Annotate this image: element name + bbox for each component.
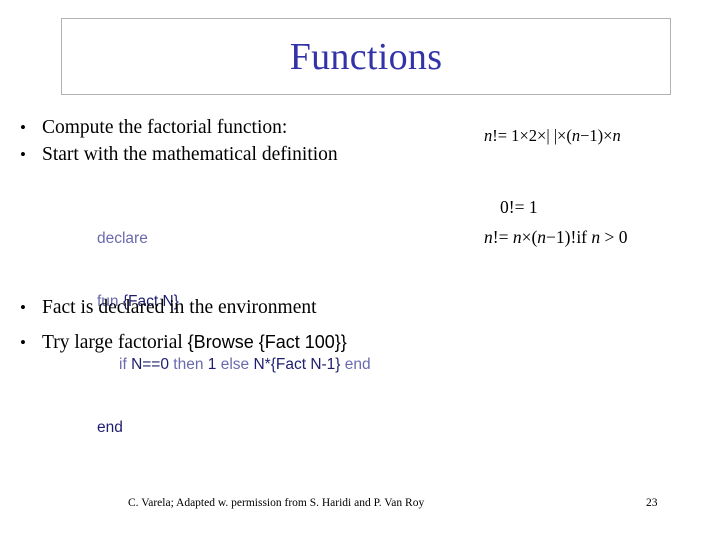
code-keyword-else: else (220, 356, 254, 373)
bullet-item-1: • Compute the factorial function: (20, 118, 287, 138)
math-var-n-lhs: n (484, 227, 493, 247)
math-var-n: n (484, 126, 493, 145)
math-formula-base-case: 0!= 1 (500, 197, 538, 217)
code-expr-condition: N==0 (131, 356, 174, 373)
math-eq-3: != (492, 227, 513, 247)
page-title: Functions (289, 35, 443, 78)
code-line-1: declare (97, 228, 371, 249)
bullet-marker-icon: • (20, 145, 26, 164)
bullet-item-2: • Start with the mathematical definition (20, 145, 338, 165)
slide-canvas: Functions • Compute the factorial functi… (0, 0, 720, 540)
code-keyword-end-inner: end (344, 356, 371, 373)
bullet-label-2: Start with the mathematical definition (42, 144, 338, 165)
code-line-4: end (97, 417, 371, 438)
math-cond-var-n: n (591, 227, 601, 247)
math-var-n-rhs: n (512, 227, 522, 247)
math-mul-3: × (557, 126, 567, 145)
bullet-item-4: • Try large factorial {Browse {Fact 100}… (20, 333, 347, 353)
math-mul-2: × (537, 126, 547, 145)
math-formula-recursive-case: n!= n×(n−1)!if n > 0 (484, 227, 628, 247)
math-cond-rest: > 0 (600, 227, 628, 247)
bullet-marker-icon: • (20, 118, 26, 137)
footer-page-number: 23 (646, 497, 658, 509)
bullet-marker-icon: • (20, 298, 26, 317)
bullet-marker-icon: • (20, 333, 26, 352)
code-line-3: if N==0 then 1 else N*{Fact N-1} end (97, 354, 371, 375)
math-mul-1: × (519, 126, 529, 145)
math-tail: −1)! (546, 227, 577, 247)
code-keyword-if: if (119, 356, 132, 373)
math-mul-paren: ×( (521, 227, 538, 247)
title-placeholder: Functions (61, 18, 671, 95)
math-cond-if: if (576, 227, 592, 247)
code-expr-then-value: 1 (207, 356, 221, 373)
math-var-n-rec: n (537, 227, 547, 247)
math-minus-one: −1) (580, 126, 604, 145)
bullet-label-4-code: {Browse {Fact 100}} (187, 332, 347, 352)
math-var-n-last: n (612, 126, 621, 145)
bullet-label-4-serif: Try large factorial (42, 332, 188, 353)
math-term-2: 2 (528, 126, 537, 145)
footer-credit: C. Varela; Adapted w. permission from S.… (128, 497, 425, 509)
code-expr-else-value: N*{Fact N-1} (253, 356, 345, 373)
math-ellipsis: | | (546, 126, 558, 145)
code-keyword-declare: declare (97, 230, 148, 247)
math-var-n-inner: n (571, 126, 581, 145)
bullet-label-3: Fact is declared in the environment (42, 297, 317, 318)
bullet-label-1: Compute the factorial function: (42, 117, 288, 138)
math-eq-1: != 1 (492, 126, 520, 145)
code-keyword-then: then (173, 356, 208, 373)
math-formula-factorial-expansion: n!= 1×2×| |×(n−1)×n (484, 126, 621, 145)
bullet-item-3: • Fact is declared in the environment (20, 298, 317, 318)
bullet-label-4: Try large factorial {Browse {Fact 100}} (42, 333, 347, 353)
code-keyword-end-outer: end (97, 419, 123, 436)
